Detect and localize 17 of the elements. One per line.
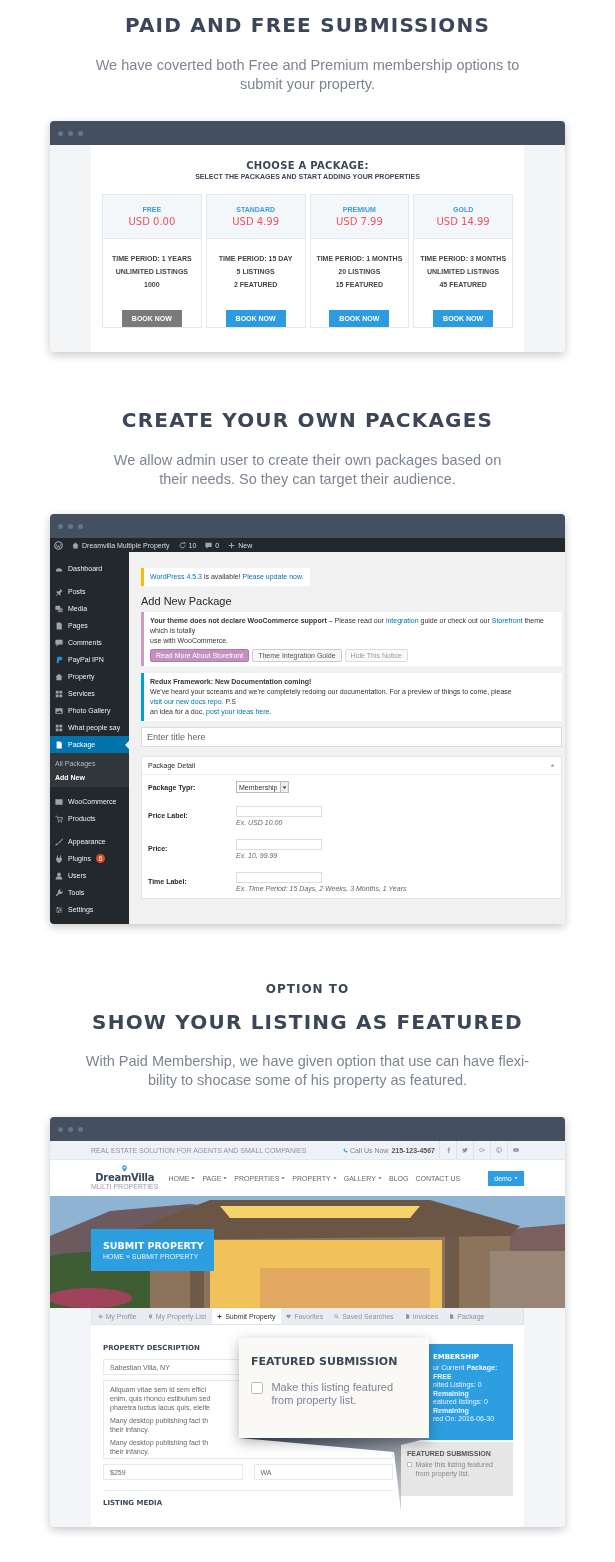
callout-title: FEATURED SUBMISSION bbox=[251, 1354, 399, 1369]
section-heading: SHOW YOUR LISTING AS FEATURED bbox=[91, 1009, 524, 1036]
checkbox-label: Make this listing featured from property list. bbox=[271, 1381, 395, 1407]
plan-price: USD 14.99 bbox=[436, 216, 490, 227]
plan-price: USD 0.00 bbox=[128, 216, 176, 227]
page-title: Add New Package bbox=[141, 594, 233, 608]
kicker-text: OPTION TO bbox=[264, 981, 351, 997]
logo-text: DreamVilla bbox=[95, 1172, 155, 1183]
section-text: With Paid Membership, we have given option that use can have flexi-bility to shocase some of his property as featured. bbox=[84, 1052, 531, 1090]
plan-price: USD 7.99 bbox=[335, 216, 383, 227]
section-heading: PAID AND FREE SUBMISSIONS bbox=[123, 12, 492, 39]
section-text: We allow admin user to create their own packages based on their needs. So they can target their audience. bbox=[112, 451, 503, 489]
page-title: SUBMIT PROPERTY bbox=[103, 1240, 205, 1251]
plan-price: USD 4.99 bbox=[232, 216, 280, 227]
package-title: CHOOSE A PACKAGE: bbox=[245, 160, 370, 171]
section-text: We have coverted both Free and Premium membership options to submit your property. bbox=[94, 56, 521, 94]
section-heading: CREATE YOUR OWN PACKAGES bbox=[120, 407, 495, 434]
